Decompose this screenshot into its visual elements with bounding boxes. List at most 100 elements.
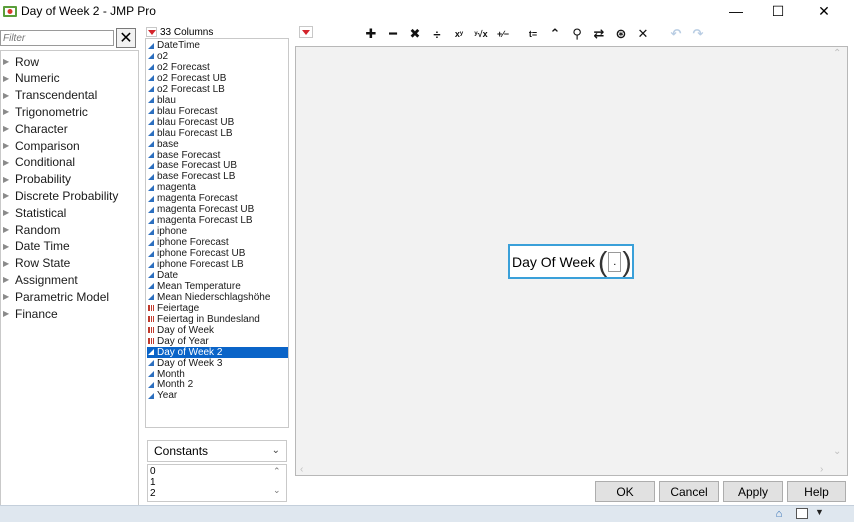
column-item[interactable]: blau <box>147 95 288 106</box>
formula-expression[interactable]: Day Of Week ( . ) <box>508 244 634 279</box>
column-item[interactable]: magenta <box>147 182 288 193</box>
column-item[interactable]: Month 2 <box>147 379 288 390</box>
constant-item[interactable]: 0 <box>150 466 156 477</box>
delete-icon[interactable]: ✕ <box>633 24 653 44</box>
expand-arrow-icon[interactable]: ▶ <box>1 141 13 150</box>
home-icon[interactable]: ⌂ <box>772 507 786 520</box>
function-category-item[interactable]: ▶ Parametric Model <box>1 288 109 305</box>
column-item[interactable]: Feiertag in Bundesland <box>147 314 288 325</box>
cancel-button[interactable]: Cancel <box>659 481 719 502</box>
function-category-item[interactable]: ▶ Character <box>1 120 68 137</box>
column-item[interactable]: Mean Temperature <box>147 281 288 292</box>
peel-icon[interactable]: ⌃ <box>545 24 565 44</box>
formula-argument-slot[interactable]: . <box>608 251 622 272</box>
column-item[interactable]: DateTime <box>147 40 288 51</box>
sign-change-icon[interactable]: +∕− <box>493 24 513 44</box>
column-item[interactable]: iphone Forecast <box>147 237 288 248</box>
column-item[interactable]: Date <box>147 270 288 281</box>
function-category-item[interactable]: ▶ Row State <box>1 255 70 272</box>
expand-arrow-icon[interactable]: ▶ <box>1 57 13 66</box>
power-icon[interactable]: xʸ <box>449 24 469 44</box>
column-item[interactable]: iphone <box>147 226 288 237</box>
column-item[interactable]: magenta Forecast <box>147 193 288 204</box>
column-item[interactable]: Day of Week 2 <box>147 346 288 358</box>
clear-filter-button[interactable]: ✕ <box>116 28 136 48</box>
scroll-down-icon[interactable]: ⌄ <box>273 485 281 496</box>
function-filter-input[interactable] <box>0 30 114 46</box>
formula-function-name[interactable]: Day Of Week <box>512 254 595 270</box>
scroll-up-icon[interactable]: ⌃ <box>833 48 841 59</box>
function-category-item[interactable]: ▶ Random <box>1 221 60 238</box>
column-item[interactable]: o2 <box>147 51 288 62</box>
column-item[interactable]: iphone Forecast UB <box>147 248 288 259</box>
expand-arrow-icon[interactable]: ▶ <box>1 309 13 318</box>
undo-icon[interactable]: ↶ <box>666 24 686 44</box>
column-item[interactable]: blau Forecast <box>147 106 288 117</box>
apply-button[interactable]: Apply <box>723 481 783 502</box>
expand-arrow-icon[interactable]: ▶ <box>1 175 13 184</box>
column-item[interactable]: blau Forecast LB <box>147 128 288 139</box>
add-icon[interactable]: ✚ <box>361 24 381 44</box>
function-category-item[interactable]: ▶ Probability <box>1 171 71 188</box>
function-category-item[interactable]: ▶ Row <box>1 53 39 70</box>
close-button[interactable]: ✕ <box>801 0 847 22</box>
help-button[interactable]: Help <box>787 481 846 502</box>
dropdown-arrow-icon[interactable]: ▼ <box>815 507 824 517</box>
expand-arrow-icon[interactable]: ▶ <box>1 124 13 133</box>
subtract-icon[interactable]: ━ <box>383 24 403 44</box>
scroll-left-icon[interactable]: ‹ <box>300 464 303 475</box>
expand-arrow-icon[interactable]: ▶ <box>1 107 13 116</box>
window-list-checkbox[interactable] <box>796 508 808 519</box>
constant-item[interactable]: 1 <box>150 477 156 488</box>
root-icon[interactable]: ʸ√x <box>471 24 491 44</box>
ok-button[interactable]: OK <box>595 481 655 502</box>
expand-arrow-icon[interactable]: ▶ <box>1 91 13 100</box>
redo-icon[interactable]: ↷ <box>688 24 708 44</box>
function-category-item[interactable]: ▶ Date Time <box>1 238 70 255</box>
expand-arrow-icon[interactable]: ▶ <box>1 74 13 83</box>
function-category-item[interactable]: ▶ Assignment <box>1 271 78 288</box>
constant-item[interactable]: 2 <box>150 488 156 499</box>
unthrow-icon[interactable]: ⚲ <box>567 24 587 44</box>
column-item[interactable]: blau Forecast UB <box>147 117 288 128</box>
column-item[interactable]: base Forecast LB <box>147 171 288 182</box>
function-category-item[interactable]: ▶ Conditional <box>1 154 75 171</box>
expand-arrow-icon[interactable]: ▶ <box>1 292 13 301</box>
column-item[interactable]: base <box>147 139 288 150</box>
constants-scrollbar[interactable]: ⌃ ⌄ <box>270 465 286 501</box>
scroll-up-icon[interactable]: ⌃ <box>273 466 281 477</box>
function-category-item[interactable]: ▶ Transcendental <box>1 87 97 104</box>
column-item[interactable]: base Forecast <box>147 150 288 161</box>
swap-icon[interactable]: ⇄ <box>589 24 609 44</box>
column-item[interactable]: iphone Forecast LB <box>147 259 288 270</box>
expand-arrow-icon[interactable]: ▶ <box>1 191 13 200</box>
function-category-item[interactable]: ▶ Statistical <box>1 204 66 221</box>
column-item[interactable]: Year <box>147 390 288 401</box>
expand-arrow-icon[interactable]: ▶ <box>1 259 13 268</box>
formula-editor-menu-icon[interactable] <box>299 26 313 38</box>
column-item[interactable]: Month <box>147 369 288 380</box>
column-item[interactable]: Day of Year <box>147 336 288 347</box>
column-item[interactable]: Day of Week <box>147 325 288 336</box>
expand-arrow-icon[interactable]: ▶ <box>1 275 13 284</box>
constants-dropdown[interactable]: Constants ⌄ <box>147 440 287 462</box>
function-category-item[interactable]: ▶ Trigonometric <box>1 103 88 120</box>
column-item[interactable]: base Forecast UB <box>147 160 288 171</box>
scroll-right-icon[interactable]: › <box>820 464 823 475</box>
column-item[interactable]: Mean Niederschlagshöhe <box>147 292 288 303</box>
multiply-icon[interactable]: ✖ <box>405 24 425 44</box>
expand-arrow-icon[interactable]: ▶ <box>1 158 13 167</box>
function-category-item[interactable]: ▶ Finance <box>1 305 58 322</box>
divide-icon[interactable]: ÷ <box>427 24 447 44</box>
function-category-item[interactable]: ▶ Comparison <box>1 137 80 154</box>
expand-arrow-icon[interactable]: ▶ <box>1 242 13 251</box>
column-item[interactable]: o2 Forecast LB <box>147 84 288 95</box>
column-item[interactable]: magenta Forecast LB <box>147 215 288 226</box>
maximize-button[interactable]: ☐ <box>755 0 801 22</box>
red-triangle-menu-icon[interactable] <box>146 27 157 37</box>
column-item[interactable]: Day of Week 3 <box>147 358 288 369</box>
column-item[interactable]: magenta Forecast UB <box>147 204 288 215</box>
column-item[interactable]: Feiertage <box>147 303 288 314</box>
scroll-down-icon[interactable]: ⌄ <box>833 446 841 457</box>
local-variable-icon[interactable]: t= <box>523 24 543 44</box>
